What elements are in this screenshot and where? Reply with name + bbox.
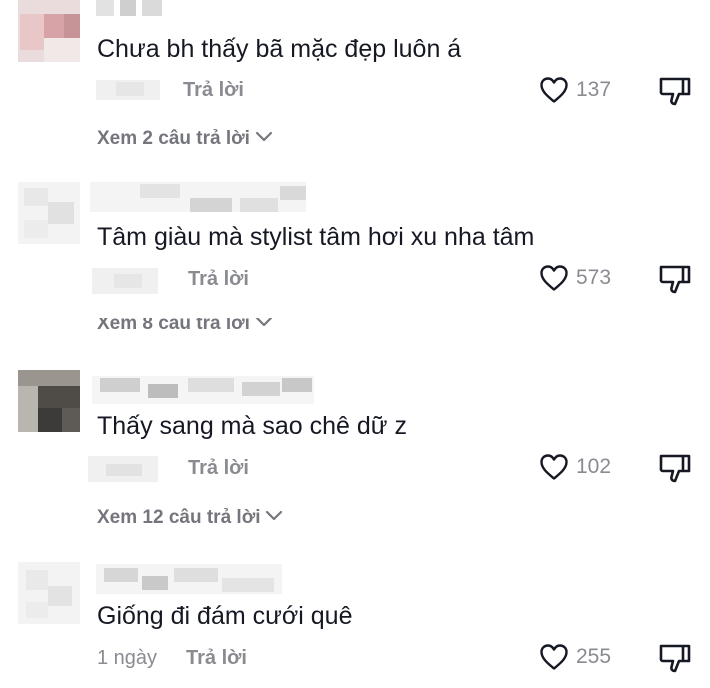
view-replies-button[interactable]: Xem 8 câu trả lời [97, 318, 274, 330]
view-replies-label: Xem 8 câu trả lời [97, 318, 250, 330]
chevron-down-icon [254, 128, 274, 150]
dislike-button[interactable] [658, 75, 692, 114]
timestamp-blurred [88, 456, 158, 482]
chevron-down-icon [264, 507, 284, 529]
comment-text: Thấy sang mà sao chê dữ z [97, 412, 407, 440]
view-replies-button[interactable]: Xem 12 câu trả lời [97, 507, 284, 529]
reply-button[interactable]: Trả lời [186, 647, 247, 670]
thumbs-down-outline-icon [658, 77, 692, 113]
view-replies-label: Xem 12 câu trả lời [97, 507, 261, 528]
heart-outline-icon [539, 643, 569, 671]
like-button[interactable]: 573 [539, 264, 611, 292]
avatar[interactable] [18, 0, 80, 62]
timestamp-blurred [96, 80, 160, 100]
like-count: 102 [576, 455, 612, 478]
reply-button[interactable]: Trả lời [188, 457, 249, 480]
like-button[interactable]: 102 [539, 453, 611, 481]
timestamp-blurred [92, 268, 158, 294]
username-blurred[interactable] [96, 564, 282, 594]
reply-button[interactable]: Trả lời [183, 79, 244, 102]
comment-timestamp: 1 ngày [97, 647, 158, 669]
like-count: 573 [576, 266, 612, 289]
comment-text: Tâm giàu mà stylist tâm hơi xu nha tâm [97, 223, 535, 251]
thumbs-down-outline-icon [658, 454, 692, 490]
avatar[interactable] [18, 562, 80, 624]
heart-outline-icon [539, 76, 569, 104]
like-button[interactable]: 137 [539, 76, 611, 104]
dislike-button[interactable] [658, 263, 692, 302]
avatar[interactable] [18, 370, 80, 432]
comment-text: Chưa bh thấy bã mặc đẹp luôn á [97, 35, 462, 63]
view-replies-button[interactable]: Xem 2 câu trả lời [97, 128, 274, 150]
dislike-button[interactable] [658, 642, 692, 681]
heart-outline-icon [539, 453, 569, 481]
like-count: 137 [576, 78, 612, 101]
username-blurred[interactable] [96, 0, 168, 16]
dislike-button[interactable] [658, 452, 692, 491]
comment-text: Giống đi đám cưới quê [97, 602, 353, 630]
thumbs-down-outline-icon [658, 644, 692, 680]
chevron-down-icon [254, 318, 274, 330]
username-blurred[interactable] [92, 376, 314, 404]
heart-outline-icon [539, 264, 569, 292]
reply-button[interactable]: Trả lời [188, 268, 249, 291]
like-button[interactable]: 255 [539, 643, 611, 671]
like-count: 255 [576, 645, 612, 668]
thumbs-down-outline-icon [658, 265, 692, 301]
view-replies-label: Xem 2 câu trả lời [97, 128, 250, 149]
username-blurred[interactable] [90, 182, 306, 212]
avatar[interactable] [18, 182, 80, 244]
